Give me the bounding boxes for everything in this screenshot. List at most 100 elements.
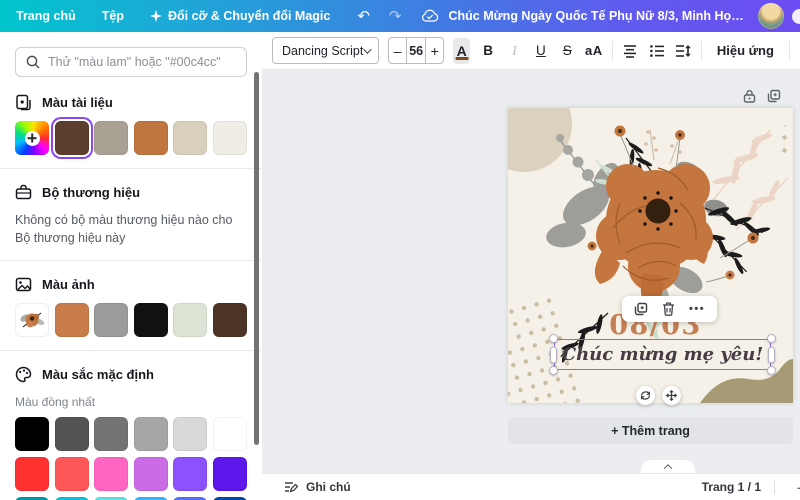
redo-icon[interactable]: ↷: [389, 9, 402, 24]
section-photo-colors: Màu ảnh: [15, 276, 247, 293]
spacing-icon[interactable]: [674, 38, 691, 64]
canvas-area: 08/03 ••• Chúc mừng mẹ yêu!: [262, 70, 800, 473]
brand-kit-icon: [15, 184, 32, 201]
color-swatch[interactable]: [213, 121, 247, 155]
section-title: Màu tài liệu: [42, 95, 113, 110]
add-page-button[interactable]: + Thêm trang: [508, 417, 793, 444]
resize-handle-bottom-right[interactable]: [767, 366, 776, 375]
underline-button[interactable]: U: [532, 38, 549, 64]
menu-file[interactable]: Tệp: [89, 9, 137, 23]
canva-editor: Trang chủ Tệp Đổi cỡ & Chuyển đổi Magic …: [0, 0, 800, 500]
strikethrough-button[interactable]: S: [559, 38, 576, 64]
bottom-panel-toggle[interactable]: [641, 460, 695, 473]
divider: [0, 168, 262, 169]
menu-home[interactable]: Trang chủ: [12, 9, 89, 23]
text-color-indicator: [455, 57, 468, 60]
more-options-icon[interactable]: •••: [689, 303, 705, 315]
color-swatch[interactable]: [55, 303, 89, 337]
color-swatch[interactable]: [173, 457, 207, 491]
font-family-select[interactable]: Dancing Script: [272, 37, 379, 64]
duplicate-icon[interactable]: [634, 302, 648, 316]
palette-icon: [15, 366, 32, 383]
rotate-button[interactable]: [636, 386, 655, 405]
chevron-down-icon: [363, 45, 371, 53]
move-button[interactable]: [662, 386, 681, 405]
color-swatch[interactable]: [94, 417, 128, 451]
plus-icon: [25, 131, 40, 146]
default-color-row: [15, 457, 247, 491]
solid-colors-label: Màu đồng nhất: [15, 395, 247, 409]
resize-handle-left[interactable]: [550, 346, 557, 363]
color-swatch[interactable]: [134, 121, 168, 155]
color-swatch-selected[interactable]: [55, 121, 89, 155]
notes-button[interactable]: Ghi chú: [284, 480, 351, 494]
menu-magic-resize[interactable]: Đổi cỡ & Chuyển đổi Magic: [137, 9, 343, 23]
color-swatch[interactable]: [134, 417, 168, 451]
text-toolbar: Dancing Script – 56 + A B I U S aA: [262, 32, 800, 70]
alignment-icon[interactable]: [622, 38, 639, 64]
undo-icon[interactable]: ↶: [357, 9, 370, 24]
case-button[interactable]: aA: [585, 38, 603, 64]
section-title: Màu sắc mặc định: [42, 367, 154, 382]
avatar[interactable]: [758, 3, 784, 29]
cloud-saved-icon[interactable]: [421, 9, 439, 23]
add-color-button[interactable]: [15, 121, 49, 155]
color-swatch[interactable]: [94, 303, 128, 337]
color-swatch[interactable]: [213, 417, 247, 451]
font-size-value[interactable]: 56: [406, 38, 427, 63]
resize-handle-right[interactable]: [768, 346, 775, 363]
chevron-up-icon: [664, 464, 672, 472]
italic-button[interactable]: I: [506, 38, 523, 64]
divider: [701, 41, 702, 61]
color-swatch[interactable]: [55, 417, 89, 451]
delete-icon[interactable]: [662, 302, 675, 316]
top-menu-bar: Trang chủ Tệp Đổi cỡ & Chuyển đổi Magic …: [0, 0, 800, 32]
resize-handle-bottom-left[interactable]: [549, 366, 558, 375]
sidebar-scrollbar[interactable]: [254, 72, 259, 445]
color-swatch[interactable]: [15, 417, 49, 451]
increase-font-size-button[interactable]: +: [426, 38, 443, 63]
effects-button[interactable]: Hiệu ứng: [711, 43, 780, 58]
zoom-out-button[interactable]: –: [788, 479, 800, 495]
section-document-colors: Màu tài liệu: [15, 94, 247, 111]
text-color-button[interactable]: A: [453, 38, 470, 64]
color-search-box: [15, 47, 247, 77]
color-swatch[interactable]: [94, 121, 128, 155]
divider: [612, 41, 613, 61]
lock-icon[interactable]: [743, 89, 756, 108]
color-swatch[interactable]: [134, 457, 168, 491]
list-icon[interactable]: [648, 38, 665, 64]
duplicate-page-icon[interactable]: [767, 89, 781, 108]
color-swatch[interactable]: [173, 121, 207, 155]
history-controls: ↶ ↷: [357, 9, 438, 24]
color-swatch[interactable]: [134, 303, 168, 337]
color-swatch[interactable]: [94, 457, 128, 491]
design-title[interactable]: Chúc Mừng Ngày Quốc Tế Phụ Nữ 8/3, Minh …: [439, 9, 759, 23]
photo-thumbnail-swatch[interactable]: [15, 303, 49, 337]
resize-handle-top-left[interactable]: [549, 334, 558, 343]
topbar-edge-button[interactable]: [792, 9, 800, 24]
page-controls: Trang 1 / 1 –: [702, 479, 800, 495]
color-panel-sidebar: Màu tài liệu Bộ thương hiệu Không có bộ …: [0, 32, 262, 500]
color-swatch[interactable]: [173, 303, 207, 337]
sparkle-icon: [150, 10, 162, 22]
selected-text-element[interactable]: Chúc mừng mẹ yêu!: [554, 339, 771, 370]
color-swatch[interactable]: [55, 457, 89, 491]
bold-button[interactable]: B: [479, 38, 496, 64]
page-indicator[interactable]: Trang 1 / 1: [702, 480, 761, 494]
search-input[interactable]: [48, 55, 236, 69]
section-brand-kit: Bộ thương hiệu: [15, 184, 247, 201]
photo-color-swatches: [15, 303, 247, 337]
section-default-colors: Màu sắc mặc định: [15, 366, 247, 383]
default-color-row: [15, 417, 247, 451]
greeting-text[interactable]: Chúc mừng mẹ yêu!: [555, 340, 770, 369]
section-title: Bộ thương hiệu: [42, 185, 140, 200]
color-swatch[interactable]: [15, 457, 49, 491]
font-family-value: Dancing Script: [282, 44, 363, 58]
color-swatch[interactable]: [213, 303, 247, 337]
color-swatch[interactable]: [213, 457, 247, 491]
decrease-font-size-button[interactable]: –: [389, 38, 406, 63]
resize-handle-top-right[interactable]: [767, 334, 776, 343]
color-swatch[interactable]: [173, 417, 207, 451]
workspace: Dancing Script – 56 + A B I U S aA: [262, 32, 800, 500]
